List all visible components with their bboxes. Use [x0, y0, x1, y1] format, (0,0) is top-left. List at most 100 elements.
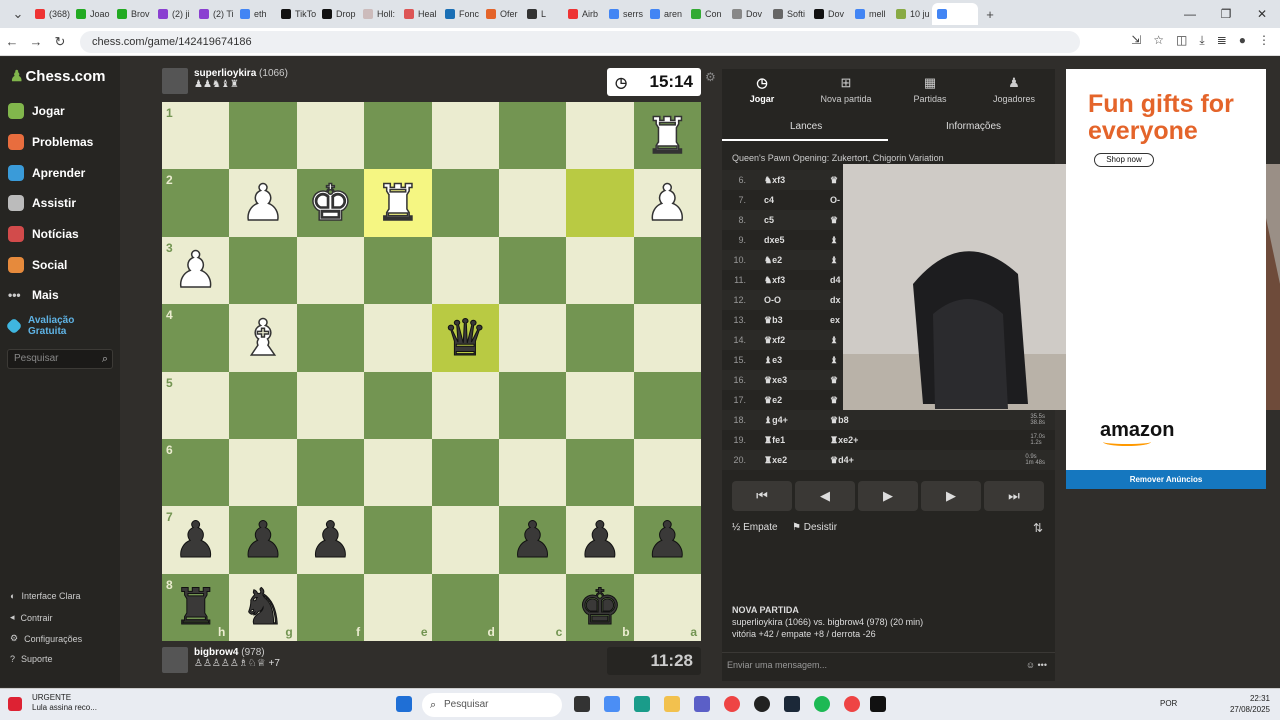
board-square[interactable] [229, 438, 297, 507]
back-button[interactable]: ← [0, 34, 24, 49]
menu-kebab-icon[interactable]: ⋮ [1258, 33, 1270, 48]
white-move[interactable]: ♞e2 [764, 255, 830, 266]
search-icon[interactable]: ⌕ [102, 350, 108, 368]
board-square[interactable] [566, 304, 634, 372]
chess-piece[interactable]: ♚ [577, 582, 623, 633]
task-view-icon[interactable] [574, 696, 590, 712]
board-square[interactable] [296, 438, 365, 507]
board-square[interactable] [498, 236, 567, 305]
board-square[interactable]: f [296, 573, 365, 641]
board-square[interactable] [633, 438, 701, 507]
board-square[interactable]: ♟ [566, 506, 634, 574]
browser-tab[interactable]: Con [686, 3, 727, 25]
news-widget[interactable]: URGENTE Lula assina reco... [8, 693, 97, 713]
tab-list-chevron-icon[interactable]: ⌄ [6, 6, 30, 22]
browser-tab[interactable]: Ofer [481, 3, 522, 25]
white-move[interactable]: ♝g4+ [764, 415, 830, 426]
board-square[interactable] [364, 102, 432, 170]
chess-piece[interactable]: ♟ [308, 514, 354, 565]
sidebar-item-problemas[interactable]: Problemas [8, 134, 93, 150]
chess-piece[interactable]: ♟ [173, 514, 219, 565]
next-move-button[interactable]: ▶ [921, 481, 981, 511]
browser-tab[interactable]: Dov [809, 3, 850, 25]
board-square[interactable]: c [498, 573, 567, 641]
browser-tab[interactable]: Softi [768, 3, 809, 25]
white-move[interactable]: ♛xf2 [764, 335, 830, 346]
bookmark-star-icon[interactable]: ☆ [1153, 33, 1164, 48]
chess-board[interactable]: 1 ♜ 2 ♟ ♚ ♜ ♟ 3 ♟ 4 ♝ ♛ 5 6 7 ♟ ♟ ♟ ♟ ♟ ♟ 8 h ♜ g ♞ f e d c b ♚ a [162, 102, 701, 641]
tab-jogadores[interactable]: ♟ Jogadores [974, 75, 1054, 104]
black-move[interactable]: ♜xe2+ [830, 435, 896, 446]
remove-ads-button[interactable]: Remover Anúncios [1066, 470, 1266, 489]
browser-tab[interactable]: Dov [727, 3, 768, 25]
light-ui-toggle[interactable]: ◐ Interface Clara [10, 591, 80, 601]
white-move[interactable]: ♛e2 [764, 395, 830, 406]
board-square[interactable] [566, 438, 634, 507]
board-square[interactable] [296, 304, 365, 372]
sidebar-item-social[interactable]: Social [8, 257, 67, 273]
board-square[interactable] [633, 371, 701, 439]
browser-tab[interactable]: mell [850, 3, 891, 25]
avatar[interactable] [162, 68, 188, 94]
chess-piece[interactable]: ♟ [240, 514, 286, 565]
player-name[interactable]: superlioykira [194, 68, 256, 79]
epic-games-icon[interactable] [870, 696, 886, 712]
browser-tab[interactable]: Drop [317, 3, 358, 25]
browser-tab[interactable]: eth [235, 3, 276, 25]
board-square[interactable]: d [431, 573, 499, 641]
white-move[interactable]: c5 [764, 215, 830, 225]
board-square[interactable]: 7 ♟ [162, 506, 230, 574]
board-square[interactable] [364, 506, 432, 574]
board-square[interactable]: a [633, 573, 701, 641]
reload-button[interactable]: ↻ [48, 34, 72, 50]
chess-piece[interactable]: ♜ [173, 582, 219, 633]
board-square[interactable] [296, 371, 365, 439]
black-move[interactable]: ♛d4+ [830, 455, 896, 466]
ad-banner[interactable]: Fun gifts for everyone Shop now amazon R… [1066, 69, 1266, 489]
board-square[interactable] [364, 236, 432, 305]
windows-start-icon[interactable] [396, 696, 412, 712]
browser-tab[interactable] [932, 3, 978, 25]
prev-move-button[interactable]: ◀ [795, 481, 855, 511]
restore-button[interactable]: ❐ [1208, 0, 1244, 28]
white-move[interactable]: ♛xe3 [764, 375, 830, 386]
chess-piece[interactable]: ♜ [644, 110, 690, 162]
board-square[interactable] [296, 236, 365, 305]
browser-tab[interactable]: Fonc [440, 3, 481, 25]
board-square[interactable]: 5 [162, 371, 230, 439]
board-square[interactable]: 6 [162, 438, 230, 507]
board-square[interactable]: ♜ [633, 102, 701, 170]
extensions-icon[interactable]: ◫ [1176, 33, 1187, 48]
white-move[interactable]: ♜xe2 [764, 455, 830, 466]
board-square[interactable]: e [364, 573, 432, 641]
play-button[interactable]: ▶ [858, 481, 918, 511]
chess-piece[interactable]: ♟ [240, 177, 286, 229]
copilot-icon[interactable] [604, 696, 620, 712]
board-square[interactable]: 4 [162, 304, 230, 372]
board-square[interactable] [566, 371, 634, 439]
chess-piece[interactable]: ♚ [307, 177, 353, 229]
minimize-button[interactable]: — [1172, 0, 1208, 28]
teams-icon[interactable] [694, 696, 710, 712]
black-move[interactable]: ♛b8 [830, 415, 896, 426]
tab-partidas[interactable]: ▦ Partidas [890, 75, 970, 104]
board-square[interactable]: 3 ♟ [162, 236, 230, 305]
browser-tab[interactable]: 10 ju [891, 3, 932, 25]
settings-link[interactable]: ⚙ Configurações [10, 633, 82, 644]
browser-tab[interactable]: Holl: [358, 3, 399, 25]
download-icon[interactable]: ⤓ [1199, 33, 1204, 48]
board-square[interactable] [633, 304, 701, 372]
white-move[interactable]: ♛b3 [764, 315, 830, 326]
player-name[interactable]: bigbrow4 [194, 647, 238, 658]
board-square[interactable]: ♟ [498, 506, 567, 574]
board-square[interactable] [431, 236, 499, 305]
edge-icon[interactable] [634, 696, 650, 712]
board-square[interactable] [364, 304, 432, 372]
ad-shop-button[interactable]: Shop now [1094, 153, 1154, 167]
chess-piece[interactable]: ♟ [510, 514, 556, 565]
board-square[interactable]: ♛ [431, 304, 499, 372]
language-indicator[interactable]: POR [1160, 699, 1177, 708]
board-square[interactable]: g ♞ [229, 573, 297, 641]
board-square[interactable]: ♜ [364, 169, 432, 237]
chess-piece[interactable]: ♝ [240, 312, 286, 364]
